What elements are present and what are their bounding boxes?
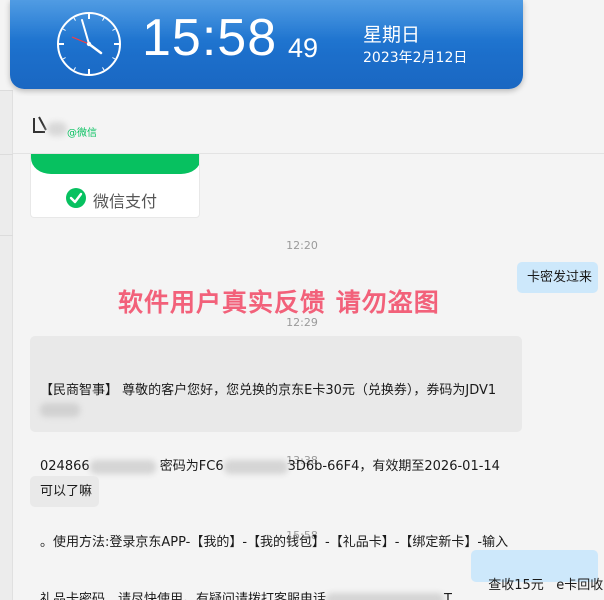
message-line: 。使用方法:登录京东APP-【我的】-【我的钱包】-【礼品卡】-【绑定新卡】-输…: [40, 533, 512, 552]
message-text: 024866: [40, 459, 90, 474]
desktop-clock-widget: 15:58 49 星期日 2023年2月12日: [10, 0, 523, 89]
analog-clock-icon: [57, 12, 121, 76]
redacted-text: [40, 402, 80, 417]
wechat-pay-icon: [66, 188, 86, 208]
message-text: 密码为FC6: [159, 459, 224, 474]
sent-message-bubble[interactable]: 查收15元 e卡回收: [471, 550, 603, 593]
message-text: 。使用方法:登录京东APP-【我的】-【我的钱包】-【礼品卡】-【绑定新卡】-输…: [40, 535, 509, 550]
sidebar-edge: [0, 90, 13, 600]
person-avatar-icon[interactable]: [31, 114, 49, 136]
message-text: 礼品卡密码，请尽快使用。有疑问请拨打客服电话: [40, 592, 327, 600]
clock-time: 15:58: [142, 9, 278, 67]
clock-seconds: 49: [288, 33, 319, 63]
redacted-sender-name: [47, 122, 67, 136]
divider: [0, 90, 13, 91]
received-message-bubble[interactable]: 可以了嘛: [30, 476, 99, 507]
clock-weekday: 星期日: [363, 24, 421, 46]
pay-card-label: 微信支付: [93, 192, 158, 211]
watermark-text: 软件用户真实反馈 请勿盗图: [118, 288, 440, 317]
sender-source-label: @微信: [67, 128, 97, 139]
message-text: 卡密发过来: [527, 270, 593, 285]
message-timestamp: 12:20: [286, 239, 318, 252]
message-text: T: [444, 592, 452, 600]
divider: [0, 154, 13, 155]
message-line: 024866 密码为FC63D6b-66F4，有效期至2026-01-14 00…: [40, 457, 512, 495]
redacted-text: [89, 459, 156, 474]
divider: [0, 235, 13, 236]
message-line: 礼品卡密码，请尽快使用。有疑问请拨打客服电话 T: [40, 590, 512, 600]
message-text: 【民商智事】 尊敬的客户您好，您兑换的京东E卡30元（兑换券），券码为JDV1: [40, 383, 497, 398]
pay-card-banner: [31, 154, 199, 174]
message-text: 可以了嘛: [40, 484, 93, 499]
message-text: 查收15元 e卡回收: [488, 578, 604, 593]
redacted-text: [223, 459, 288, 474]
wechat-pay-card[interactable]: 微信支付: [30, 154, 200, 218]
received-message-bubble[interactable]: 【民商智事】 尊敬的客户您好，您兑换的京东E卡30元（兑换券），券码为JDV1 …: [30, 336, 522, 600]
conversation-header: @微信: [13, 96, 604, 154]
clock-date: 2023年2月12日: [363, 50, 468, 66]
sent-message-bubble[interactable]: 卡密发过来: [517, 262, 598, 293]
message-line: 【民商智事】 尊敬的客户您好，您兑换的京东E卡30元（兑换券），券码为JDV1: [40, 381, 512, 419]
redacted-text: [326, 592, 445, 600]
